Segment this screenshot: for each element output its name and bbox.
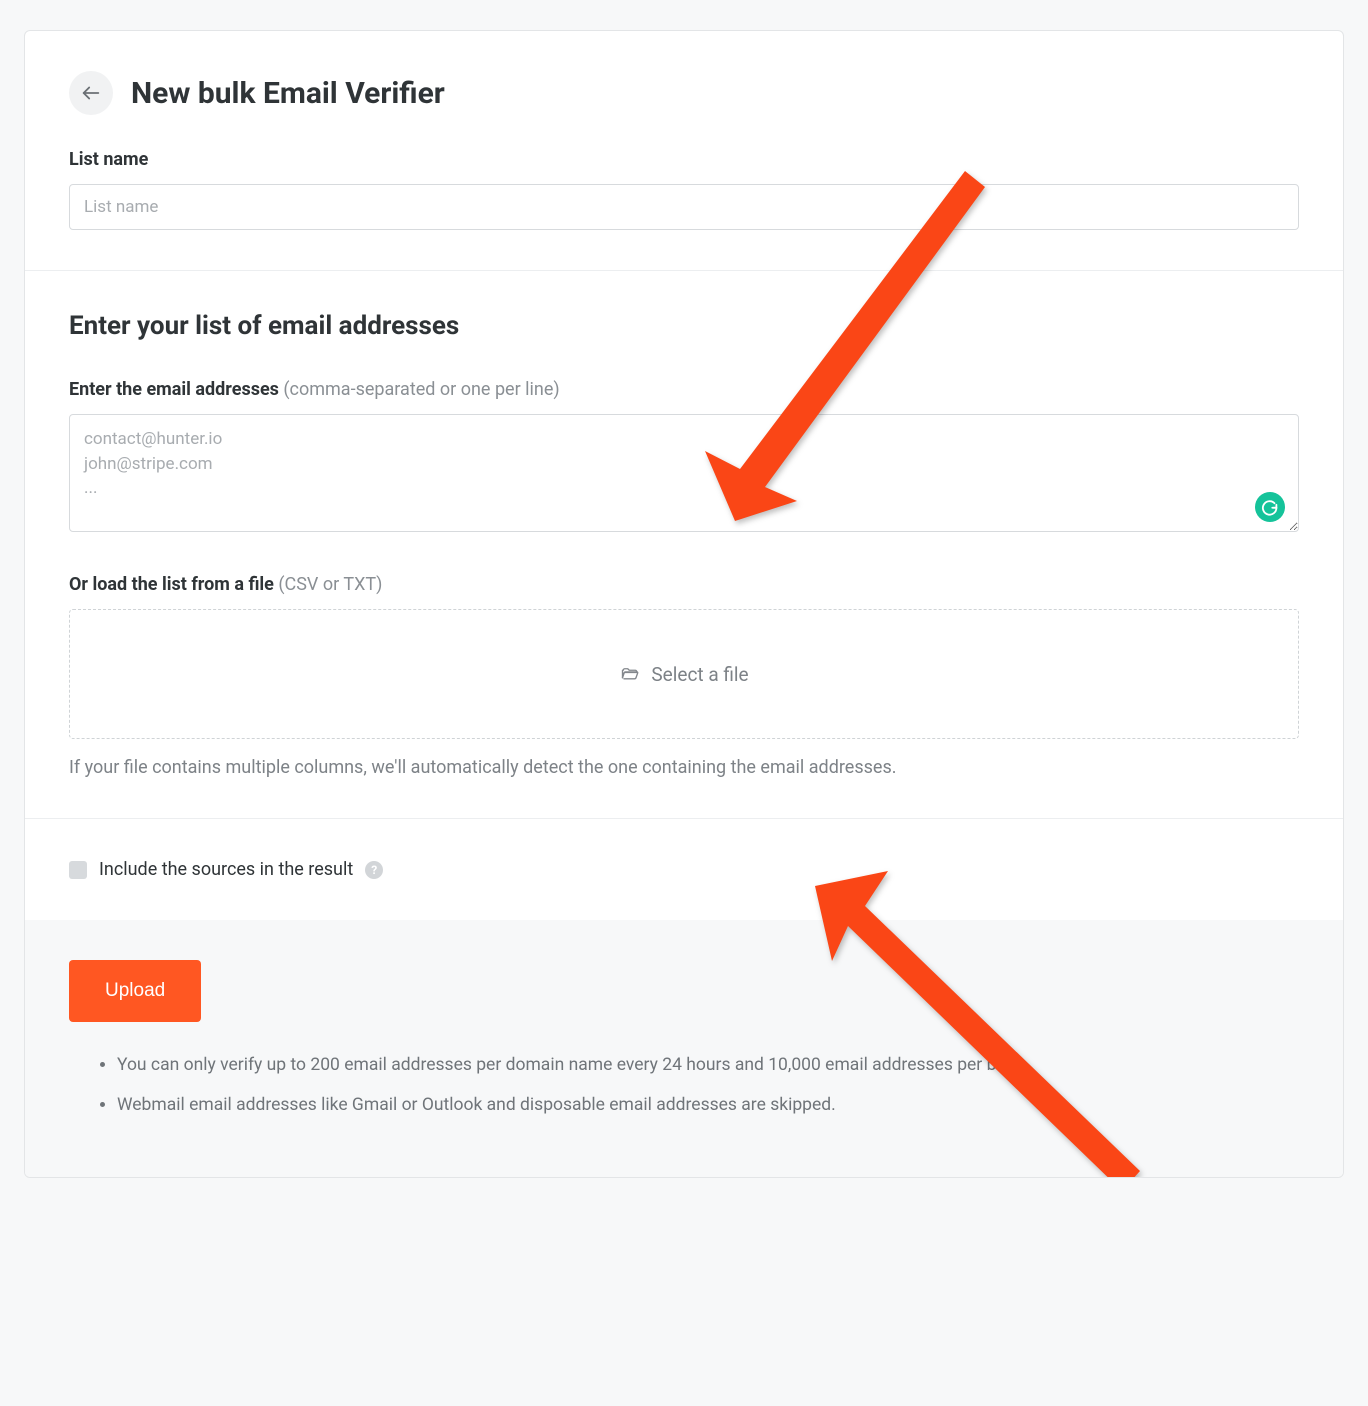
file-dropzone[interactable]: Select a file	[69, 609, 1299, 739]
arrow-left-icon	[80, 82, 102, 104]
email-input-label: Enter the email addresses (comma-separat…	[69, 379, 1299, 400]
email-input-label-text: Enter the email addresses	[69, 379, 279, 400]
footer-note: You can only verify up to 200 email addr…	[117, 1052, 1299, 1078]
list-name-label: List name	[69, 149, 1299, 170]
email-addresses-textarea[interactable]	[69, 414, 1299, 532]
bulk-verifier-card: New bulk Email Verifier List name Enter …	[24, 30, 1344, 1178]
options-section: Include the sources in the result ?	[25, 818, 1343, 920]
folder-open-icon	[619, 665, 641, 683]
footer-notes: You can only verify up to 200 email addr…	[69, 1052, 1299, 1119]
upload-button[interactable]: Upload	[69, 960, 201, 1022]
include-sources-checkbox[interactable]	[69, 861, 87, 879]
file-upload-block: Or load the list from a file (CSV or TXT…	[69, 574, 1299, 778]
email-input-hint: (comma-separated or one per line)	[279, 379, 560, 400]
email-section-title: Enter your list of email addresses	[69, 311, 1299, 341]
file-help-text: If your file contains multiple columns, …	[69, 757, 1299, 778]
grammarly-icon[interactable]	[1255, 492, 1285, 522]
select-file-text: Select a file	[651, 663, 748, 686]
file-upload-label-text: Or load the list from a file	[69, 574, 274, 595]
file-upload-hint: (CSV or TXT)	[274, 574, 382, 595]
help-icon[interactable]: ?	[365, 861, 383, 879]
page-title: New bulk Email Verifier	[131, 76, 445, 111]
footer-section: Upload You can only verify up to 200 ema…	[25, 920, 1343, 1177]
email-textarea-block: Enter the email addresses (comma-separat…	[69, 379, 1299, 536]
back-button[interactable]	[69, 71, 113, 115]
file-upload-label: Or load the list from a file (CSV or TXT…	[69, 574, 1299, 595]
footer-note: Webmail email addresses like Gmail or Ou…	[117, 1092, 1299, 1118]
include-sources-label: Include the sources in the result	[99, 859, 353, 880]
header-section: New bulk Email Verifier List name	[25, 31, 1343, 270]
list-name-input[interactable]	[69, 184, 1299, 230]
email-entry-section: Enter your list of email addresses Enter…	[25, 270, 1343, 818]
